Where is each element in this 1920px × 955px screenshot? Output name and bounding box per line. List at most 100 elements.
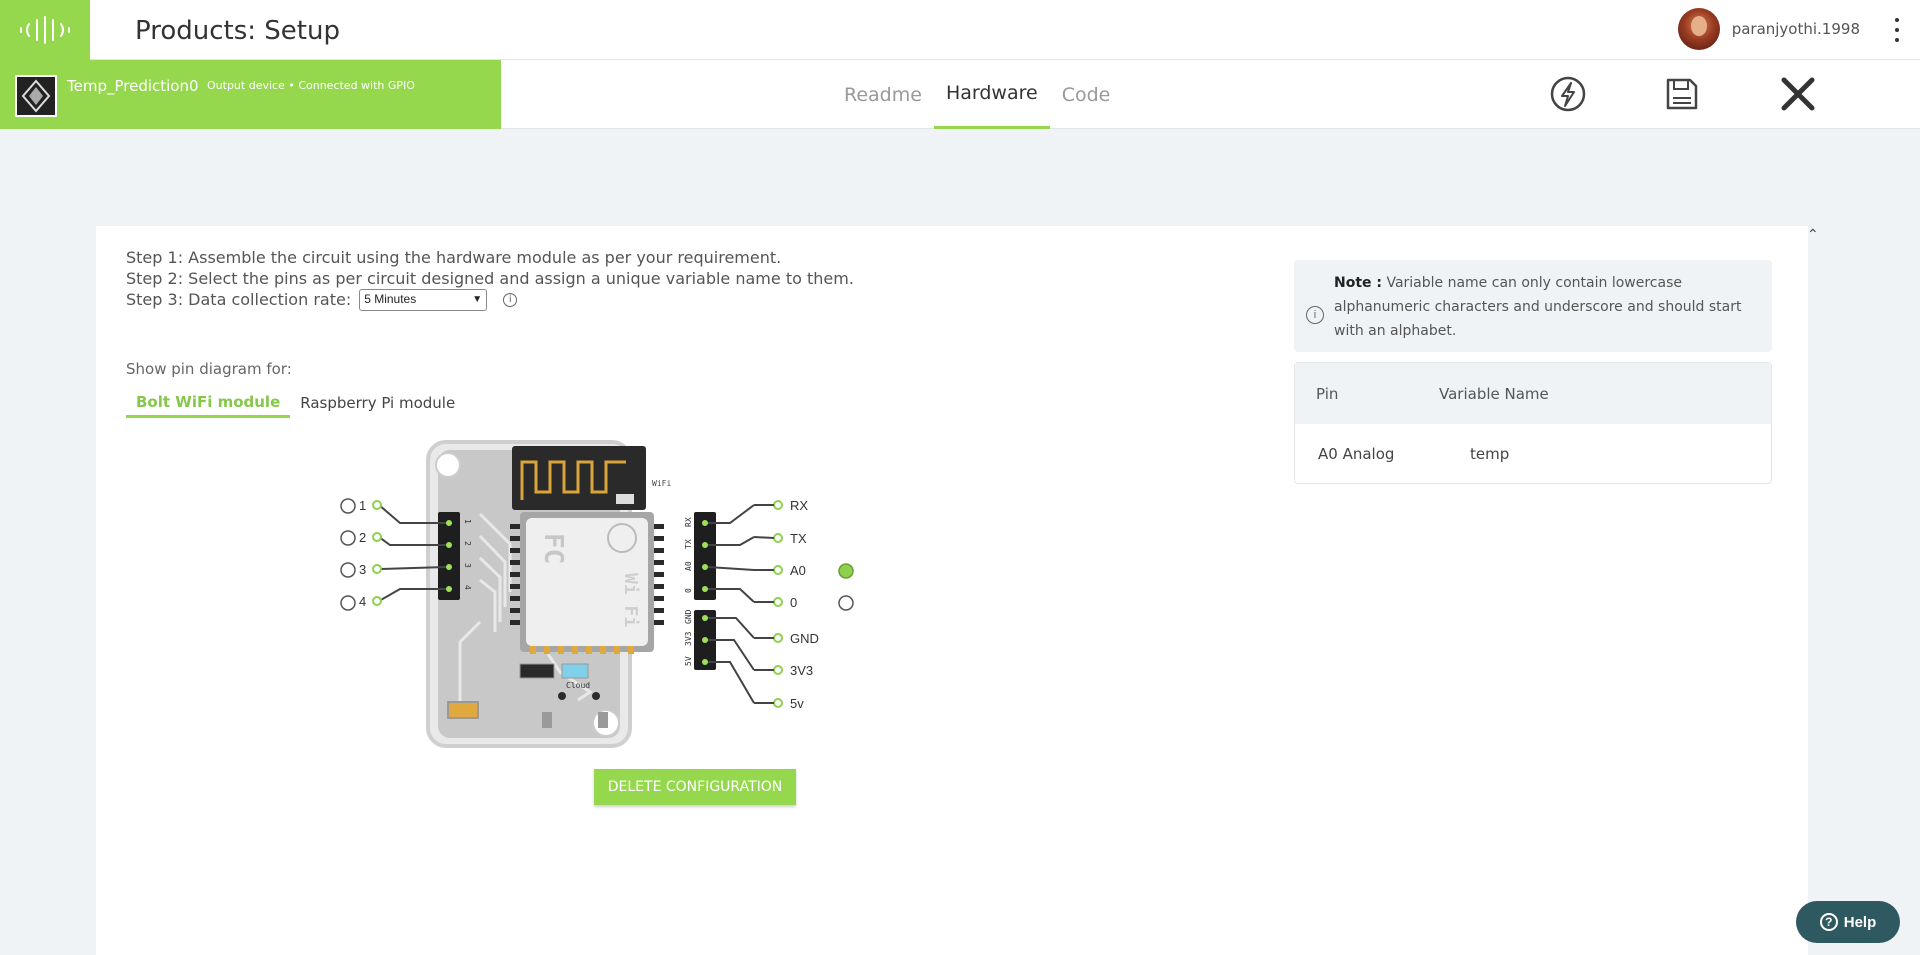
step-3: Step 3: Data collection rate: 5 Minutes … — [126, 288, 854, 311]
tab-raspberry-pi-module[interactable]: Raspberry Pi module — [290, 388, 465, 418]
page-title: Products: Setup — [135, 16, 340, 46]
component-pad-white — [663, 687, 673, 697]
svg-text:RX: RX — [684, 517, 693, 527]
lightning-icon — [1550, 76, 1586, 112]
table-header: Pin Variable Name — [1295, 363, 1771, 424]
tab-readme[interactable]: Readme — [832, 60, 934, 129]
pin-variable-table: Pin Variable Name A0 Analog temp — [1294, 362, 1772, 484]
silk-wifi: WiFi — [652, 479, 671, 488]
bolt-pin-diagram: WiFi FC Wi Fi Cloud 1 2 3 4 RX TX A0 0 G… — [330, 432, 880, 757]
tab-hardware[interactable]: Hardware — [933, 60, 1050, 129]
chevron-down-icon: ▼ — [472, 294, 483, 305]
collapse-chevron-icon[interactable]: ⌃ — [1807, 226, 1819, 243]
save-button[interactable] — [1660, 72, 1704, 116]
collection-rate-select[interactable]: 5 Minutes ▼ — [359, 288, 488, 311]
svg-text:3V3: 3V3 — [684, 631, 693, 646]
step-1: Step 1: Assemble the circuit using the h… — [126, 248, 782, 267]
svg-text:5V: 5V — [684, 656, 693, 666]
question-icon: ? — [1819, 913, 1838, 931]
right-pin-labels: RX TX A0 0 GND 3V3 5v — [790, 498, 819, 711]
sound-wave-logo-icon — [20, 16, 70, 44]
component-pad-right — [598, 712, 608, 728]
component-dot-right — [592, 692, 600, 700]
pin-diagram-label: Show pin diagram for: — [126, 360, 292, 378]
avatar[interactable] — [1677, 8, 1720, 50]
header-pin: Pin — [1316, 384, 1339, 403]
bolt-logo[interactable] — [0, 0, 90, 60]
delete-configuration-button[interactable]: DELETE CONFIGURATION — [594, 769, 796, 805]
svg-text:TX: TX — [790, 531, 807, 546]
svg-text:0: 0 — [790, 595, 797, 610]
silk-cloud: Cloud — [566, 681, 590, 690]
note-box: i Note : Variable name can only contain … — [1294, 260, 1772, 352]
component-diode — [519, 663, 555, 679]
component-capacitor — [447, 701, 479, 719]
svg-text:GND: GND — [790, 631, 819, 646]
info-icon[interactable]: i — [503, 292, 518, 307]
svg-text:RX: RX — [790, 498, 808, 513]
antenna-connector — [616, 494, 634, 504]
svg-text:A0: A0 — [790, 563, 806, 578]
username: paranjyothi.1998 — [1731, 20, 1860, 38]
top-bar: Products: Setup paranjyothi.1998 — [0, 0, 1920, 60]
device-info: Temp_Prediction0 Output device • Connect… — [0, 60, 501, 129]
product-image-icon — [21, 79, 51, 113]
sub-bar: Temp_Prediction0 Output device • Connect… — [0, 60, 1920, 129]
more-options-icon[interactable] — [1894, 18, 1900, 42]
row-variable-name[interactable]: temp — [1470, 445, 1509, 463]
component-pad-left — [542, 712, 552, 728]
chip-fc: FC — [538, 533, 568, 564]
step-3-label: Step 3: Data collection rate: — [126, 290, 352, 309]
svg-text:TX: TX — [684, 539, 693, 549]
note-title: Note : — [1334, 275, 1382, 291]
help-button[interactable]: ? Help — [1796, 901, 1900, 943]
device-name: Temp_Prediction0 — [67, 77, 199, 95]
row-pin: A0 Analog — [1318, 445, 1395, 463]
svg-text:1: 1 — [463, 519, 472, 524]
header-variable-name: Variable Name — [1439, 384, 1549, 403]
tab-bar: Readme Hardware Code — [832, 60, 1122, 129]
close-button[interactable] — [1776, 72, 1820, 116]
close-icon — [1781, 77, 1815, 111]
pin-a0-radio-selected[interactable] — [838, 563, 854, 579]
right-header-silk: RX TX A0 0 GND 3V3 5V — [684, 517, 693, 666]
note-text: Note : Variable name can only contain lo… — [1334, 271, 1754, 343]
svg-text:5v: 5v — [790, 696, 804, 711]
chip-wifi: Wi Fi — [620, 573, 641, 627]
svg-text:3: 3 — [463, 563, 472, 568]
svg-text:2: 2 — [359, 530, 366, 545]
device-thumbnail — [15, 75, 57, 117]
table-row: A0 Analog temp — [1295, 424, 1771, 484]
right-pin-link — [753, 504, 775, 704]
left-pin-labels: 1 2 3 4 — [359, 498, 366, 609]
left-pin-radios[interactable] — [340, 498, 356, 611]
left-pin-ends — [372, 500, 382, 606]
tab-code[interactable]: Code — [1050, 60, 1123, 129]
mount-hole-top — [435, 452, 461, 478]
svg-text:3V3: 3V3 — [790, 663, 813, 678]
svg-text:4: 4 — [463, 585, 472, 590]
setup-steps: Step 1: Assemble the circuit using the h… — [126, 247, 854, 311]
svg-text:A0: A0 — [684, 561, 693, 571]
help-label: Help — [1843, 913, 1877, 931]
device-status: Output device • Connected with GPIO — [207, 79, 415, 92]
pin-0-radio[interactable] — [838, 595, 854, 611]
svg-text:3: 3 — [359, 562, 366, 577]
info-icon: i — [1306, 306, 1324, 324]
svg-text:1: 1 — [359, 498, 366, 513]
step-2: Step 2: Select the pins as per circuit d… — [126, 269, 854, 288]
svg-text:2: 2 — [463, 541, 472, 546]
module-tabs: Bolt WiFi module Raspberry Pi module — [126, 388, 465, 418]
deploy-button[interactable] — [1546, 72, 1590, 116]
component-cloud-led — [561, 663, 589, 679]
right-pin-ends — [773, 500, 783, 708]
collection-rate-value: 5 Minutes — [364, 292, 417, 306]
svg-text:GND: GND — [684, 609, 693, 624]
svg-text:4: 4 — [359, 594, 366, 609]
note-body: Variable name can only contain lowercase… — [1334, 275, 1742, 339]
tab-bolt-wifi-module[interactable]: Bolt WiFi module — [126, 388, 291, 418]
svg-text:0: 0 — [684, 588, 693, 593]
user-menu[interactable]: paranjyothi.1998 — [1677, 8, 1860, 50]
component-dot-left — [558, 692, 566, 700]
save-icon — [1666, 78, 1698, 110]
